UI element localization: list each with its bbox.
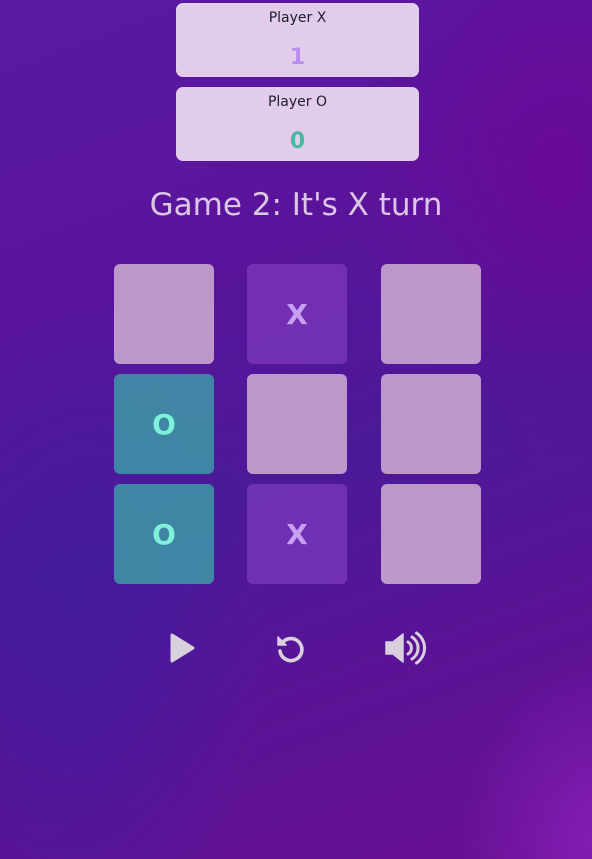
player-x-score-card: Player X 1: [176, 3, 419, 77]
board-cell-2[interactable]: X: [247, 264, 347, 364]
game-board: X O O X: [114, 264, 481, 584]
restart-icon: [277, 636, 304, 663]
player-o-score: 0: [289, 129, 306, 154]
player-o-label: Player O: [267, 94, 328, 110]
player-x-label: Player X: [268, 10, 327, 26]
play-button[interactable]: [160, 628, 204, 668]
board-cell-7[interactable]: O: [114, 484, 214, 584]
board-cell-9[interactable]: [381, 484, 481, 584]
board-cell-3[interactable]: [381, 264, 481, 364]
board-cell-5[interactable]: [247, 374, 347, 474]
player-x-score: 1: [289, 45, 306, 70]
board-cell-1[interactable]: [114, 264, 214, 364]
volume-icon: [385, 631, 426, 665]
game-status: Game 2: It's X turn: [149, 187, 443, 223]
play-icon: [170, 633, 195, 663]
board-cell-8[interactable]: X: [247, 484, 347, 584]
sound-button[interactable]: [384, 628, 428, 668]
board-cell-4[interactable]: O: [114, 374, 214, 474]
player-o-score-card: Player O 0: [176, 87, 419, 161]
board-cell-6[interactable]: [381, 374, 481, 474]
restart-button[interactable]: [268, 628, 312, 668]
